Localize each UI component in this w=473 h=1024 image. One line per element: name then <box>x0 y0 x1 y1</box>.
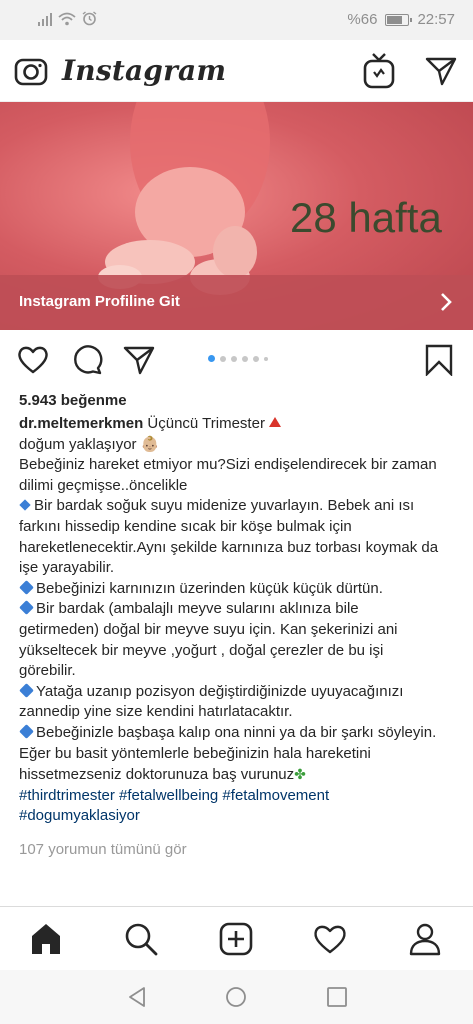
caption-text: hissetmezseniz doktorunuza baş vurunuz <box>19 766 295 784</box>
activity-heart-icon[interactable] <box>313 922 347 956</box>
caption-line: hareketlenecektir.Aynı şekilde karnınıza… <box>19 538 439 556</box>
back-icon[interactable] <box>126 986 148 1008</box>
search-icon[interactable] <box>124 922 158 956</box>
igtv-icon[interactable] <box>363 53 395 89</box>
caption-text: Bir bardak soğuk suyu midenize yuvarlayı… <box>34 497 415 515</box>
chevron-right-icon[interactable] <box>439 291 453 313</box>
caption-text: Yatağa uzanıp pozisyon değiştirdiğinizde… <box>36 682 404 700</box>
profile-link-label[interactable]: Instagram Profiline Git <box>19 293 180 310</box>
battery-percent: %66 <box>347 11 378 28</box>
caption-line: dilimi geçmişse..öncelikle <box>19 476 188 494</box>
caption-line: dr.meltemerkmen Üçüncü Trimester <box>19 414 459 435</box>
caption-line: Bebeğinizi karnınızın üzerinden küçük kü… <box>19 579 459 600</box>
caption-text: Bebeğinizle başbaşa kalıp ona ninni ya d… <box>36 723 437 741</box>
profile-link-bar[interactable]: Instagram Profiline Git <box>0 275 473 330</box>
camera-icon[interactable] <box>14 55 48 87</box>
status-left <box>38 11 97 26</box>
system-nav-bar <box>0 970 473 1024</box>
blue-diamond-emoji <box>19 600 34 616</box>
battery-icon <box>385 13 413 26</box>
alarm-icon <box>82 11 97 26</box>
carousel-indicator <box>208 355 268 362</box>
caption-line: doğum yaklaşıyor 👶🏼 <box>19 435 160 453</box>
signal-icon <box>38 12 52 26</box>
four-leaf-clover-emoji: ✤ <box>294 766 306 783</box>
view-all-comments-link[interactable]: 107 yorumun tümünü gör <box>19 841 187 858</box>
carousel-dot <box>208 355 215 362</box>
caption-text: Bebeğinizi karnınızın üzerinden küçük kü… <box>36 579 383 597</box>
caption-line: işe yarayabilir. <box>19 559 115 577</box>
caption-line: yükseltecek bir meyve ,yoğurt , doğal çe… <box>19 641 384 659</box>
home-circle-icon[interactable] <box>225 986 247 1008</box>
media-overlay-text: 28 hafta <box>290 194 442 241</box>
bottom-nav <box>0 906 473 970</box>
caption-line: Eğer bu basit yöntemlerle bebeğinizin ha… <box>19 744 371 762</box>
blue-diamond-emoji <box>19 724 34 739</box>
caption-line: görebilir. <box>19 662 76 680</box>
carousel-dot <box>264 356 268 361</box>
caption-hashtags[interactable]: #thirdtrimester #fetalwellbeing #fetalmo… <box>19 786 459 807</box>
post-media[interactable]: 28 hafta Instagram Profiline Git <box>0 102 473 330</box>
caption-text: Üçüncü Trimester <box>147 415 265 432</box>
carousel-dot <box>220 355 226 362</box>
post-actions <box>0 338 473 382</box>
carousel-dot <box>253 355 259 362</box>
home-icon[interactable] <box>29 922 63 956</box>
caption-line: hissetmezseniz doktorunuza baş vurunuz✤ <box>19 764 459 786</box>
caption-line: farkını hissedip kendine sıcak bir köşe … <box>19 517 352 535</box>
caption-hashtags[interactable]: #dogumyaklasiyor <box>19 806 459 827</box>
status-bar: %66 22:57 <box>0 0 473 40</box>
likes-count[interactable]: 5.943 beğenme <box>19 392 127 409</box>
caption-line: Bebeğinizle başbaşa kalıp ona ninni ya d… <box>19 723 459 744</box>
battery-fill <box>387 15 402 24</box>
profile-icon[interactable] <box>408 922 442 956</box>
like-heart-icon[interactable] <box>17 344 49 376</box>
post-caption: dr.meltemerkmen Üçüncü Trimester doğum y… <box>19 414 459 827</box>
caption-line: Bebeğiniz hareket etmiyor mu?Sizi endişe… <box>19 456 437 474</box>
red-triangle-emoji <box>268 417 281 427</box>
carousel-dot <box>231 355 237 362</box>
direct-message-icon[interactable] <box>425 55 457 87</box>
caption-username[interactable]: dr.meltemerkmen <box>19 415 143 432</box>
small-blue-diamond-emoji <box>19 499 31 512</box>
comment-icon[interactable] <box>71 344 103 376</box>
caption-line: zannedip yine size kendini hatırlatacakt… <box>19 703 293 721</box>
share-icon[interactable] <box>123 344 155 376</box>
blue-diamond-emoji <box>19 579 34 595</box>
caption-line: Yatağa uzanıp pozisyon değiştirdiğinizde… <box>19 682 459 703</box>
bookmark-icon[interactable] <box>423 344 455 376</box>
new-post-icon[interactable] <box>219 922 253 956</box>
status-right: %66 22:57 <box>347 11 455 28</box>
carousel-dot <box>242 355 248 362</box>
caption-line: getirmeden) doğal bir meyve suyu için. K… <box>19 620 398 638</box>
caption-text: Bir bardak (ambalajlı meyve sularını akl… <box>36 600 359 618</box>
app-header: Instagram <box>0 40 473 102</box>
recents-icon[interactable] <box>326 986 348 1008</box>
wifi-icon <box>58 12 76 25</box>
caption-line: Bir bardak soğuk suyu midenize yuvarlayı… <box>19 496 459 517</box>
caption-line: Bir bardak (ambalajlı meyve sularını akl… <box>19 599 459 620</box>
blue-diamond-emoji <box>19 682 34 698</box>
clock: 22:57 <box>417 11 455 28</box>
instagram-logo: Instagram <box>62 54 227 87</box>
